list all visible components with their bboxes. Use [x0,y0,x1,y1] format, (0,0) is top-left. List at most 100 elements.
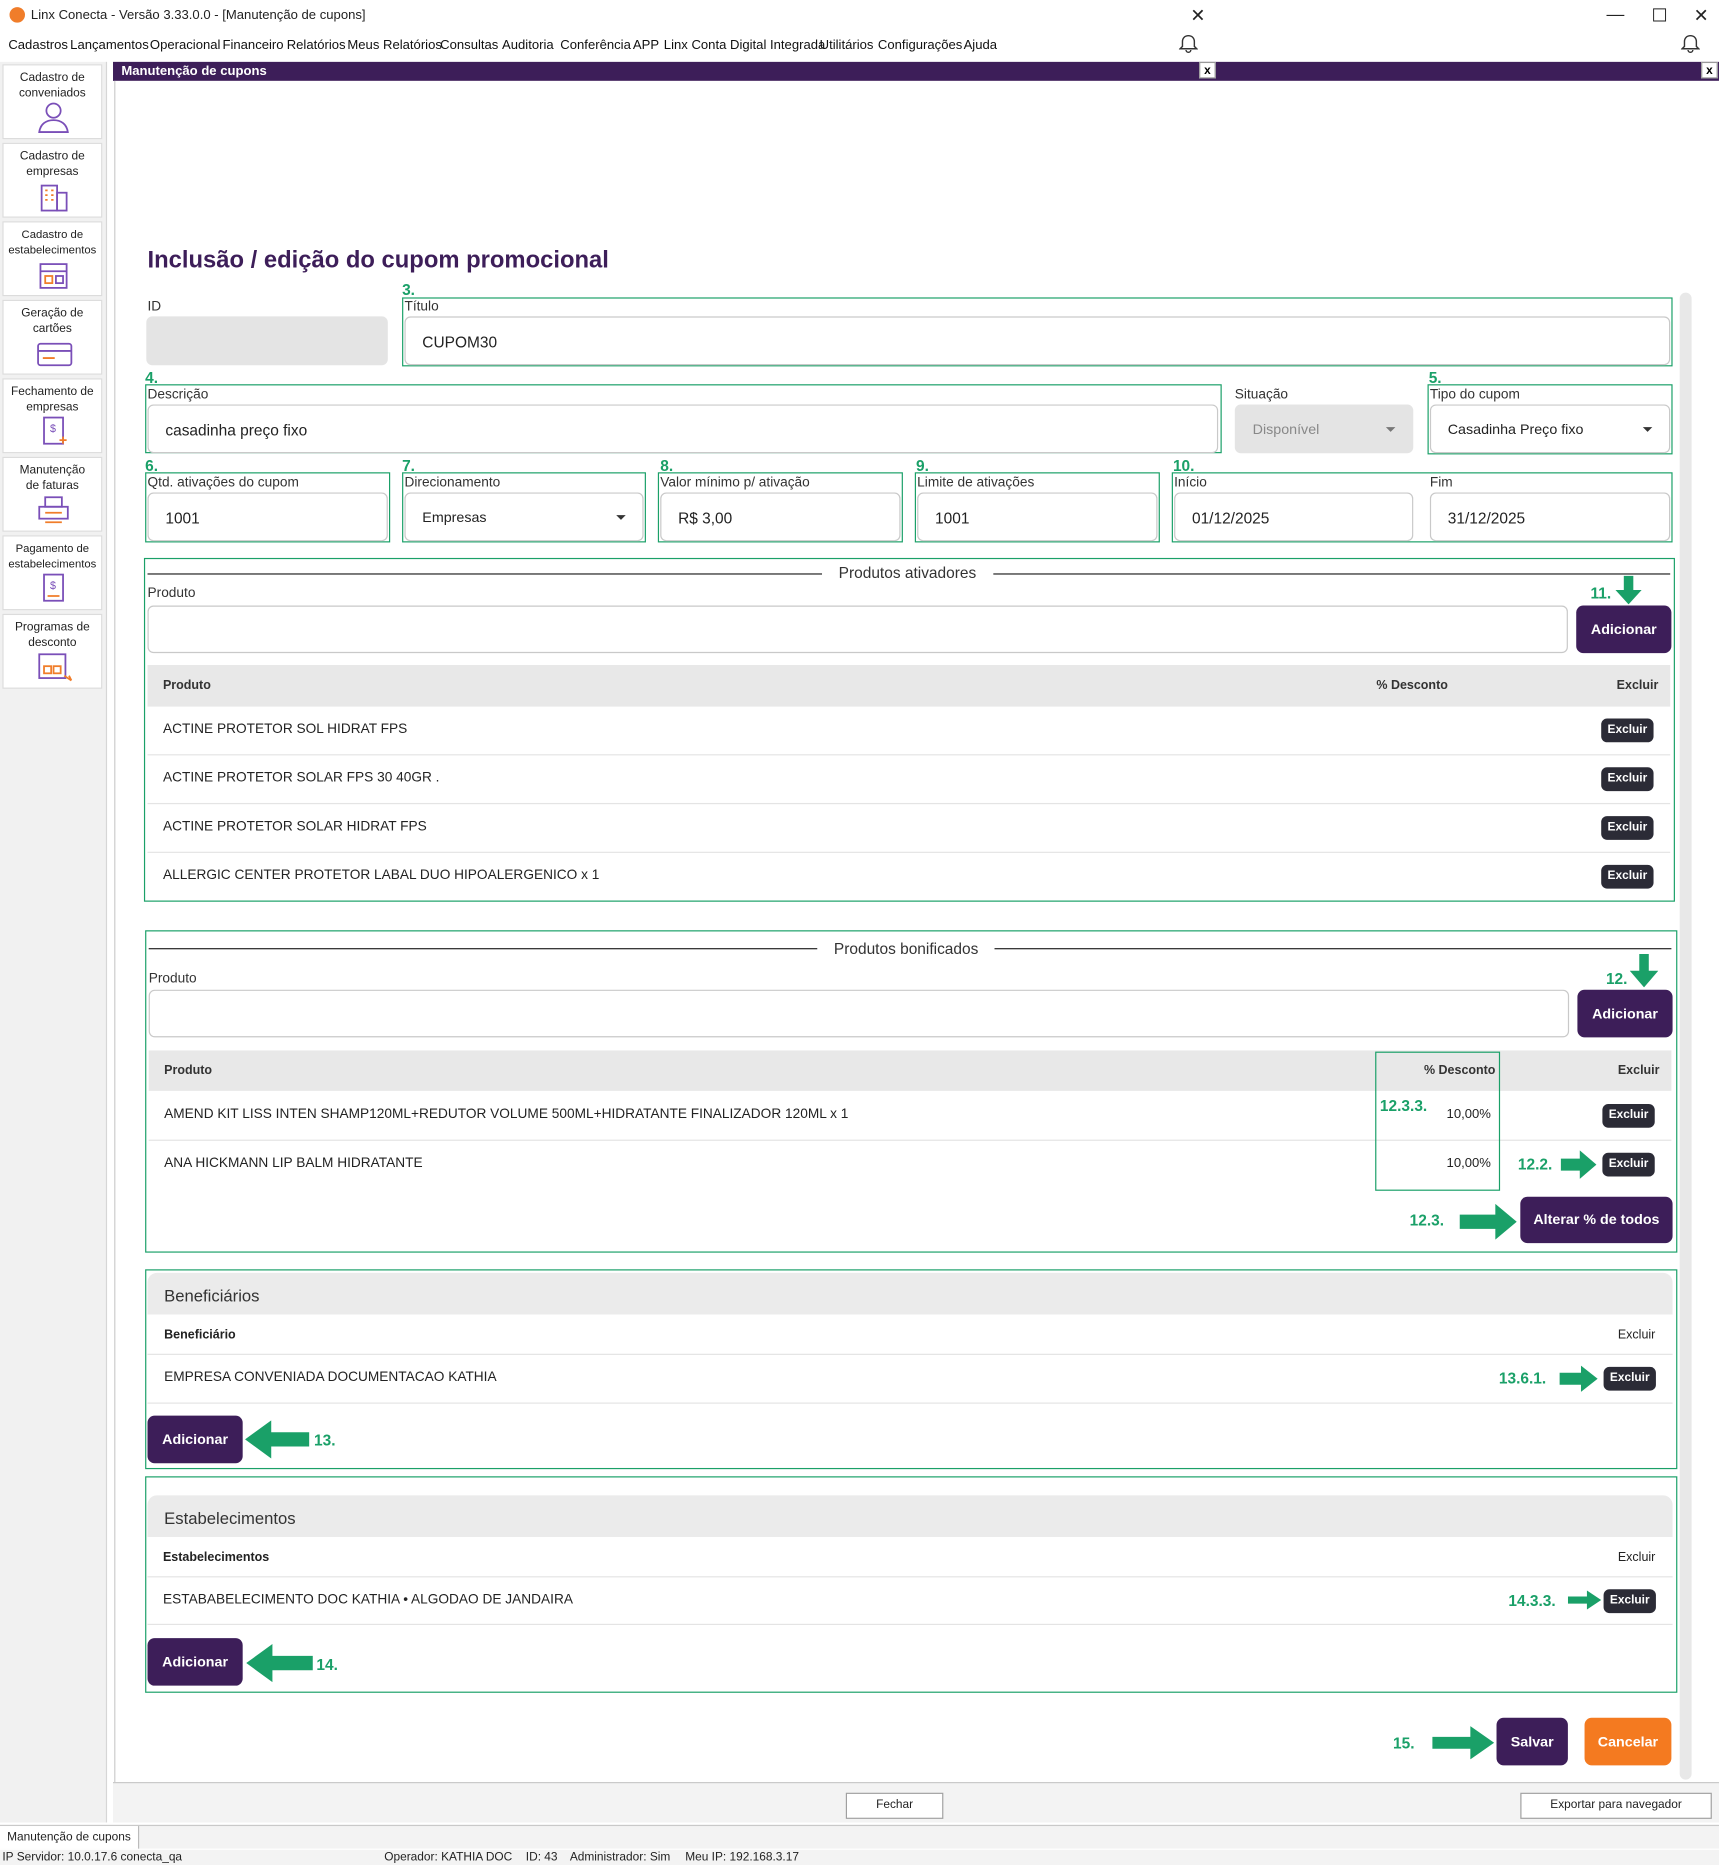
status-admin: Administrador: Sim [569,1851,671,1865]
descricao-input[interactable]: casadinha preço fixo [147,404,1219,454]
menu-conta-digital[interactable]: Linx Conta Digital Integrada [664,38,825,52]
alterar-todos-button[interactable]: Alterar % de todos [1520,1196,1673,1244]
limite-input[interactable]: 1001 [917,492,1158,542]
table-header: Estabelecimentos Excluir [147,1537,1673,1578]
valor-minimo-label: Valor mínimo p/ ativação [660,475,810,491]
product-name: ACTINE PROTETOR SOLAR HIDRAT FPS [162,819,427,834]
excluir-button[interactable]: Excluir [1601,718,1654,743]
inicio-label: Início [1174,475,1207,491]
bell-icon[interactable] [1680,33,1700,54]
add-beneficiario-button[interactable]: Adicionar [147,1415,243,1464]
cancel-button[interactable]: Cancelar [1584,1717,1672,1766]
excluir-button[interactable]: Excluir [1603,1366,1656,1391]
app-logo-icon [9,7,25,23]
product-name: ANA HICKMANN LIP BALM HIDRATANTE [164,1156,423,1171]
id-field [146,316,388,366]
sidebar-item-label: Cadastro de conveniados [18,71,86,100]
sidebar-item-pagamento[interactable]: Pagamento de estabelecimentos $ [2,535,103,611]
save-button[interactable]: Salvar [1496,1717,1568,1766]
status-meu-ip: Meu IP: 192.168.3.17 [685,1851,799,1865]
menu-conferencia[interactable]: Conferência [560,38,631,52]
close-button[interactable]: ✕ [1689,5,1713,26]
add-produto-ativador-button[interactable]: Adicionar [1576,605,1672,654]
menu-lancamentos[interactable]: Lançamentos [70,38,149,52]
bell-icon[interactable] [1178,33,1198,54]
arrow-right-icon [1560,1150,1597,1179]
annotation-label: 13.6.1. [1498,1369,1547,1388]
window-title: Linx Conecta - Versão 3.33.0.0 - [Manute… [30,8,366,23]
fechar-button[interactable]: Fechar [845,1792,944,1819]
sidebar-item-cartoes[interactable]: Geração de cartões [2,299,103,375]
sidebar-item-faturas[interactable]: Manutenção de faturas [2,456,103,532]
title-bar: Linx Conecta - Versão 3.33.0.0 - [Manute… [0,0,1719,31]
sidebar-item-empresas[interactable]: Cadastro de empresas [2,142,103,218]
minimize-button[interactable]: — [1604,5,1628,25]
produto-label: Produto [147,586,196,601]
excluir-button[interactable]: Excluir [1602,1152,1655,1177]
menu-relatorios[interactable]: Relatórios [287,38,346,52]
bottom-toolbar: Fechar Exportar para navegador [113,1782,1719,1823]
excluir-button[interactable]: Excluir [1601,767,1654,792]
menu-bar: Cadastros Lançamentos Operacional Financ… [0,33,1719,59]
menu-utilitarios[interactable]: Utilitários [820,38,874,52]
vertical-scrollbar[interactable] [1679,292,1692,1780]
tab-manutencao-cupons[interactable]: Manutenção de cupons [0,1826,140,1849]
qtd-input[interactable]: 1001 [147,492,388,542]
column-header: % Desconto [1376,678,1448,693]
annotation-label: 14. [316,1655,338,1674]
svg-text:$: $ [50,423,56,435]
maximize-button[interactable]: ☐ [1648,5,1672,26]
exportar-button[interactable]: Exportar para navegador [1520,1792,1712,1819]
menu-financeiro[interactable]: Financeiro [222,38,283,52]
section-title: Estabelecimentos [164,1508,296,1528]
id-label: ID [147,299,162,315]
table-header: Beneficiário Excluir [147,1315,1673,1355]
excluir-button[interactable]: Excluir [1602,1103,1655,1128]
sidebar-item-estabelecimentos[interactable]: Cadastro de estabelecimentos [2,221,103,297]
status-bar: IP Servidor: 10.0.17.6 conecta_qa Operad… [0,1849,1719,1865]
menu-configuracoes[interactable]: Configurações [878,38,962,52]
close-icon[interactable]: x [1701,61,1718,79]
inicio-input[interactable]: 01/12/2025 [1174,492,1414,542]
add-produto-bonificado-button[interactable]: Adicionar [1577,989,1673,1038]
valor-minimo-input[interactable]: R$ 3,00 [660,492,901,542]
qtd-label: Qtd. ativações do cupom [147,475,299,491]
excluir-button[interactable]: Excluir [1603,1589,1656,1614]
sidebar-item-label: Manutenção de faturas [19,463,86,493]
excluir-button[interactable]: Excluir [1601,864,1654,889]
menu-consultas[interactable]: Consultas [440,38,498,52]
sidebar-item-programas[interactable]: Programas de desconto [2,613,103,689]
fim-input[interactable]: 31/12/2025 [1429,492,1671,542]
section-title: Produtos ativadores [822,563,993,582]
direcionamento-select[interactable]: Empresas [404,492,644,542]
add-estabelecimento-button[interactable]: Adicionar [147,1638,243,1686]
menu-ajuda[interactable]: Ajuda [964,38,997,52]
annotation-label: 14.3.3. [1508,1591,1556,1610]
menu-operacional[interactable]: Operacional [150,38,221,52]
column-header: Estabelecimentos [162,1550,270,1565]
column-header: Excluir [1616,678,1659,693]
table-header: Produto % Desconto Excluir [147,664,1671,707]
sidebar-item-fechamento[interactable]: Fechamento de empresas $ [2,378,103,454]
building-icon [40,184,68,212]
titulo-input[interactable]: CUPOM30 [404,316,1671,366]
menu-cadastros[interactable]: Cadastros [8,38,68,52]
table-row: EMPRESA CONVENIADA DOCUMENTACAO KATHIA E… [147,1355,1673,1404]
excluir-button[interactable]: Excluir [1601,816,1654,840]
table-row: ACTINE PROTETOR SOL HIDRAT FPS Excluir [147,707,1671,756]
arrow-right-icon [1432,1726,1495,1760]
close-icon[interactable]: ✕ [1186,5,1210,26]
produto-ativador-input[interactable] [147,605,1568,654]
product-name: ACTINE PROTETOR SOLAR FPS 30 40GR . [162,770,440,786]
tipo-select[interactable]: Casadinha Preço fixo [1429,404,1671,454]
window-header: Manutenção de cupons x x [113,61,1719,81]
close-icon[interactable]: x [1199,61,1216,79]
produto-bonificado-input[interactable] [148,989,1570,1038]
table-row: ESTABABELECIMENTO DOC KATHIA • ALGODAO D… [147,1577,1673,1625]
sidebar-item-conveniados[interactable]: Cadastro de conveniados [2,64,103,140]
menu-app[interactable]: APP [633,38,659,52]
limite-label: Limite de ativações [917,475,1035,491]
menu-auditoria[interactable]: Auditoria [502,38,554,52]
menu-meus-relatorios[interactable]: Meus Relatórios [347,38,442,52]
table-row: ALLERGIC CENTER PROTETOR LABAL DUO HIPOA… [148,853,1671,901]
